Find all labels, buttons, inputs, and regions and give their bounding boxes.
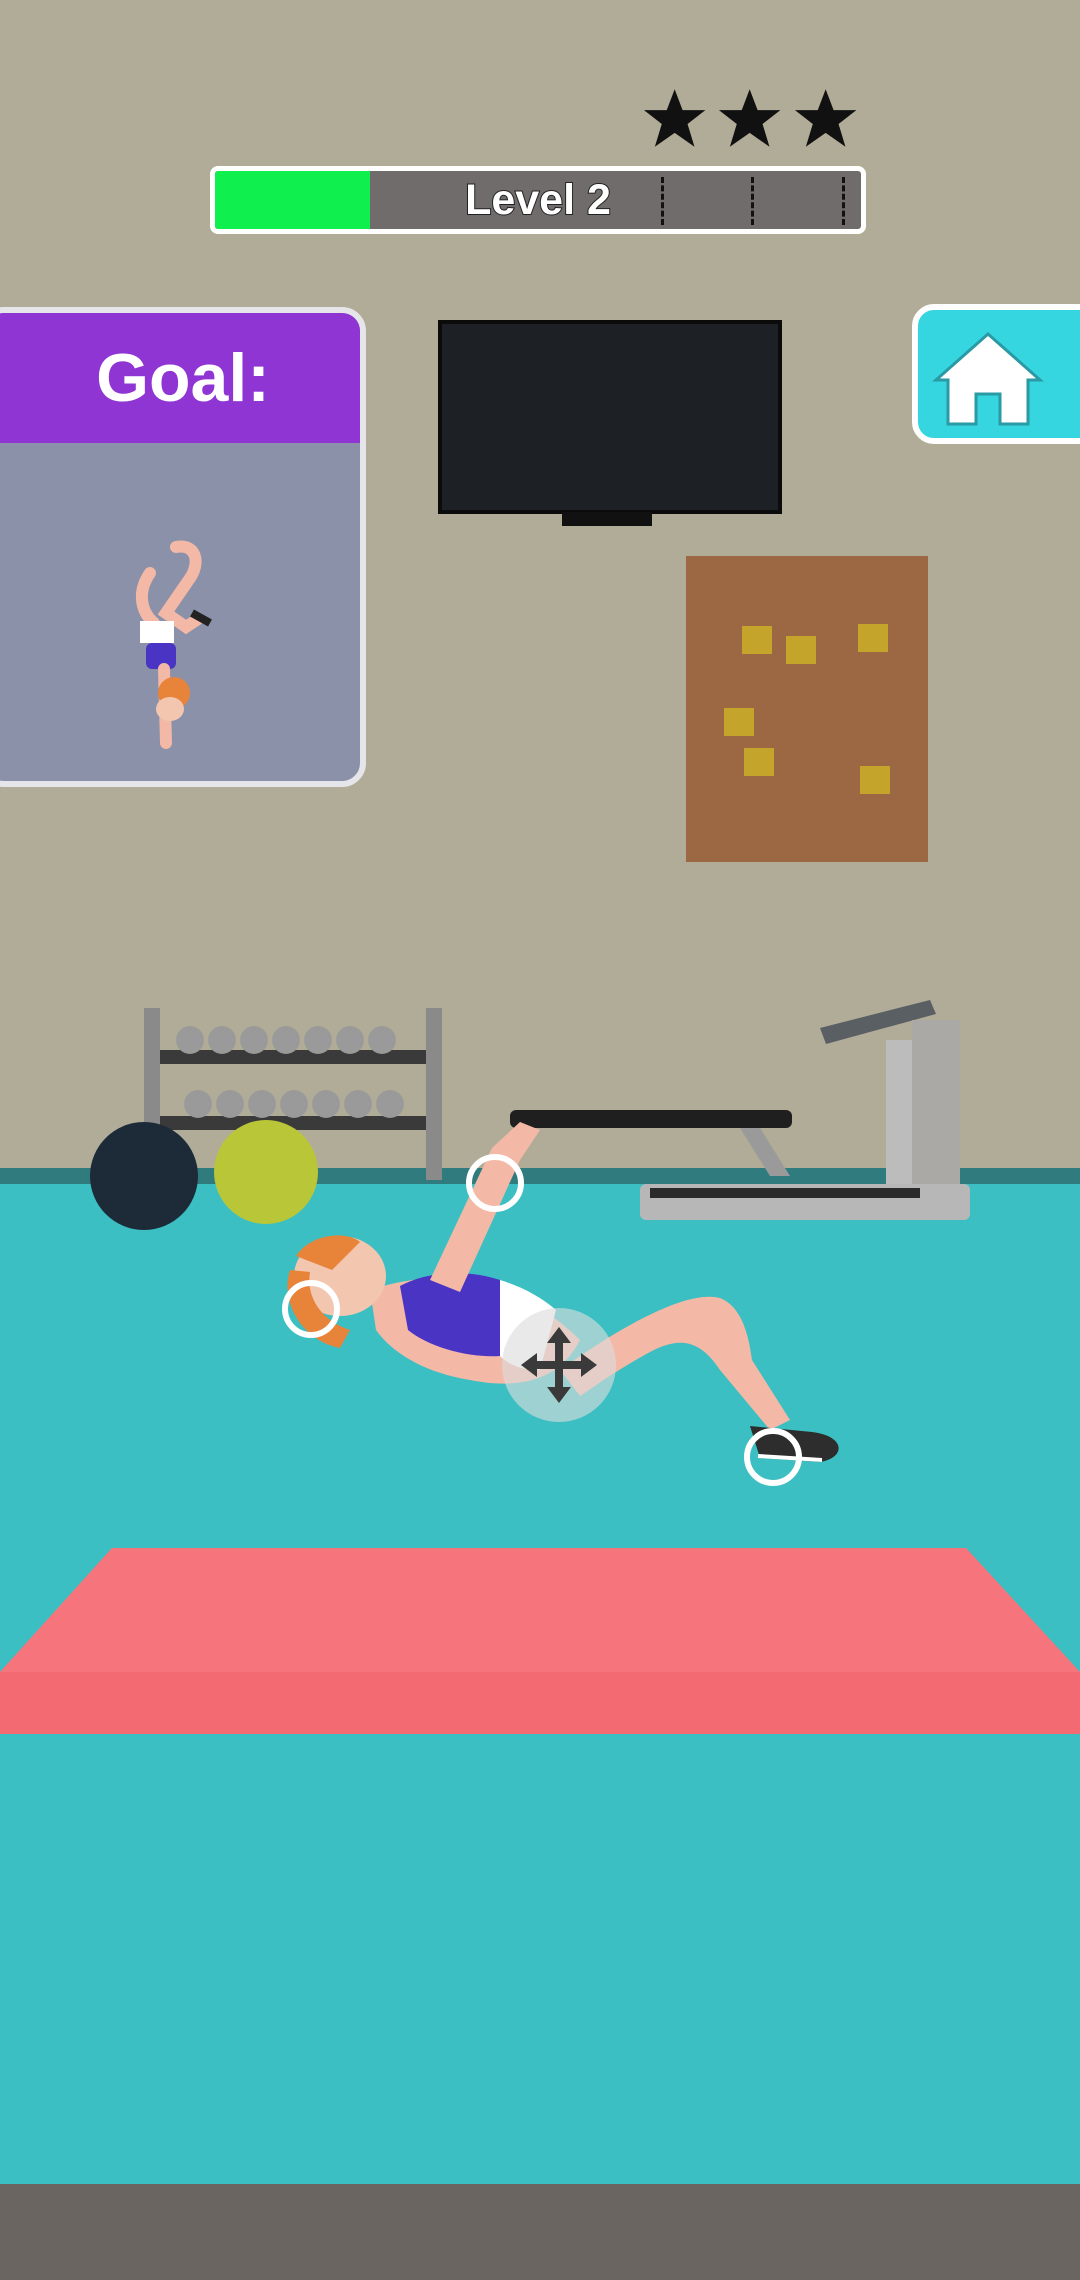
sticky-note (742, 626, 772, 654)
goal-panel: Goal: (0, 307, 366, 787)
exercise-mat (0, 1548, 1080, 1734)
sticky-note (786, 636, 816, 664)
star-icon (643, 89, 706, 147)
star-icon (719, 89, 781, 147)
progress-checkpoint (660, 177, 664, 225)
move-arrows-icon (521, 1327, 597, 1403)
star-rating (640, 84, 860, 156)
foot-handle[interactable] (744, 1428, 802, 1486)
wall-tv (438, 320, 782, 514)
floor-edge (0, 2184, 1080, 2280)
weight-bench (510, 1110, 792, 1176)
sticky-note (858, 624, 888, 652)
hand-handle[interactable] (466, 1154, 524, 1212)
goal-pose-figure (135, 540, 212, 749)
home-button[interactable] (912, 304, 1080, 444)
progress-checkpoint (841, 177, 845, 225)
progress-checkpoint (751, 177, 755, 225)
goal-title: Goal: (0, 313, 360, 443)
level-progress-bar: Level 2 (210, 166, 866, 234)
medicine-ball-dark (90, 1122, 198, 1230)
medicine-ball-yellow (214, 1120, 318, 1224)
sticky-note (744, 748, 774, 776)
tv-mount (562, 512, 652, 526)
sticky-note (724, 708, 754, 736)
cork-board (686, 556, 928, 862)
level-label: Level 2 (464, 175, 612, 225)
sticky-note (860, 766, 890, 794)
move-body-handle[interactable] (502, 1308, 616, 1422)
head-handle[interactable] (282, 1280, 340, 1338)
gym-scene (90, 1000, 970, 1462)
star-icon (794, 89, 857, 147)
home-icon (932, 331, 1044, 426)
